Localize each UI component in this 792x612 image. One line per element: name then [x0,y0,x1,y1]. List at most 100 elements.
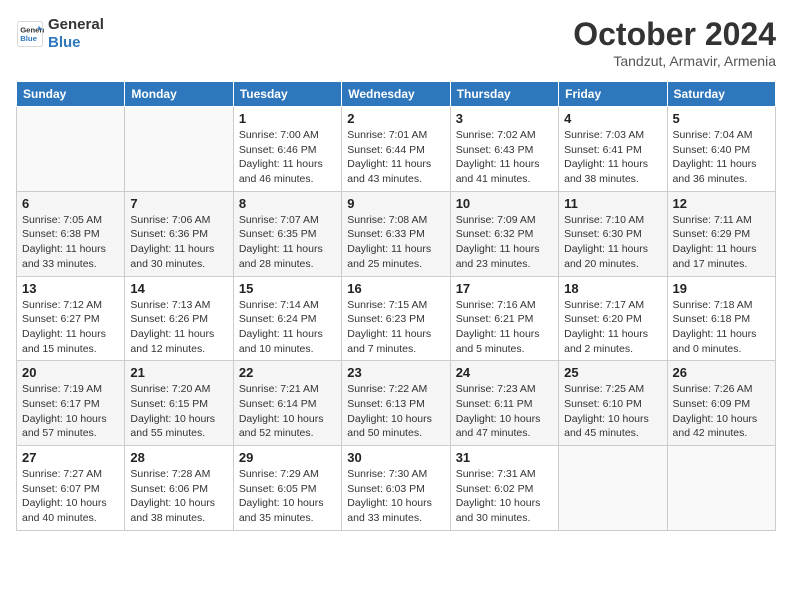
day-info: Sunrise: 7:14 AM Sunset: 6:24 PM Dayligh… [239,298,336,357]
week-row-1: 1 Sunrise: 7:00 AM Sunset: 6:46 PM Daylig… [17,107,776,192]
day-cell-7: 7 Sunrise: 7:06 AM Sunset: 6:36 PM Daylig… [125,191,233,276]
day-cell-18: 18Sunrise: 7:17 AM Sunset: 6:20 PM Dayli… [559,276,667,361]
calendar-table: SundayMondayTuesdayWednesdayThursdayFrid… [16,81,776,531]
day-number: 1 [239,111,336,126]
day-info: Sunrise: 7:25 AM Sunset: 6:10 PM Dayligh… [564,382,661,441]
header-saturday: Saturday [667,82,775,107]
week-row-3: 13 Sunrise: 7:12 AM Sunset: 6:27 PM Dayli… [17,276,776,361]
day-cell-23: 23Sunrise: 7:22 AM Sunset: 6:13 PM Dayli… [342,361,450,446]
header-monday: Monday [125,82,233,107]
day-number: 30 [347,450,444,465]
day-number: 7 [130,196,227,211]
day-cell-9: 9 Sunrise: 7:08 AM Sunset: 6:33 PM Daylig… [342,191,450,276]
day-number: 26 [673,365,770,380]
day-cell-11: 11 Sunrise: 7:10 AM Sunset: 6:30 PM Dayli… [559,191,667,276]
day-cell-13: 13 Sunrise: 7:12 AM Sunset: 6:27 PM Dayli… [17,276,125,361]
day-cell-3: 3 Sunrise: 7:02 AM Sunset: 6:43 PM Daylig… [450,107,558,192]
day-number: 13 [22,281,119,296]
day-info: Sunrise: 7:15 AM Sunset: 6:23 PM Dayligh… [347,298,444,357]
day-number: 6 [22,196,119,211]
location-subtitle: Tandzut, Armavir, Armenia [573,53,776,69]
day-cell-27: 27Sunrise: 7:27 AM Sunset: 6:07 PM Dayli… [17,446,125,531]
day-info: Sunrise: 7:16 AM Sunset: 6:21 PM Dayligh… [456,298,553,357]
day-cell-17: 17 Sunrise: 7:16 AM Sunset: 6:21 PM Dayli… [450,276,558,361]
day-number: 10 [456,196,553,211]
day-number: 24 [456,365,553,380]
day-info: Sunrise: 7:20 AM Sunset: 6:15 PM Dayligh… [130,382,227,441]
day-info: Sunrise: 7:12 AM Sunset: 6:27 PM Dayligh… [22,298,119,357]
day-number: 17 [456,281,553,296]
day-info: Sunrise: 7:27 AM Sunset: 6:07 PM Dayligh… [22,467,119,526]
day-number: 29 [239,450,336,465]
day-info: Sunrise: 7:00 AM Sunset: 6:46 PM Dayligh… [239,128,336,187]
day-info: Sunrise: 7:03 AM Sunset: 6:41 PM Dayligh… [564,128,661,187]
day-number: 5 [673,111,770,126]
day-number: 14 [130,281,227,296]
day-info: Sunrise: 7:06 AM Sunset: 6:36 PM Dayligh… [130,213,227,272]
day-cell-16: 16Sunrise: 7:15 AM Sunset: 6:23 PM Dayli… [342,276,450,361]
logo-icon: General Blue [16,20,44,48]
day-cell-4: 4Sunrise: 7:03 AM Sunset: 6:41 PM Daylig… [559,107,667,192]
day-number: 28 [130,450,227,465]
day-number: 19 [673,281,770,296]
day-info: Sunrise: 7:19 AM Sunset: 6:17 PM Dayligh… [22,382,119,441]
day-cell-10: 10 Sunrise: 7:09 AM Sunset: 6:32 PM Dayli… [450,191,558,276]
day-info: Sunrise: 7:21 AM Sunset: 6:14 PM Dayligh… [239,382,336,441]
day-cell-29: 29 Sunrise: 7:29 AM Sunset: 6:05 PM Dayli… [233,446,341,531]
header-row: SundayMondayTuesdayWednesdayThursdayFrid… [17,82,776,107]
day-info: Sunrise: 7:04 AM Sunset: 6:40 PM Dayligh… [673,128,770,187]
logo-blue: Blue [48,34,104,52]
day-cell-6: 6Sunrise: 7:05 AM Sunset: 6:38 PM Daylig… [17,191,125,276]
day-info: Sunrise: 7:30 AM Sunset: 6:03 PM Dayligh… [347,467,444,526]
week-row-4: 20 Sunrise: 7:19 AM Sunset: 6:17 PM Dayli… [17,361,776,446]
svg-text:Blue: Blue [20,34,37,43]
title-area: October 2024 Tandzut, Armavir, Armenia [573,16,776,69]
week-row-5: 27Sunrise: 7:27 AM Sunset: 6:07 PM Dayli… [17,446,776,531]
day-number: 12 [673,196,770,211]
day-cell-15: 15Sunrise: 7:14 AM Sunset: 6:24 PM Dayli… [233,276,341,361]
day-cell-14: 14 Sunrise: 7:13 AM Sunset: 6:26 PM Dayli… [125,276,233,361]
header-sunday: Sunday [17,82,125,107]
header-wednesday: Wednesday [342,82,450,107]
day-number: 31 [456,450,553,465]
day-cell-1: 1 Sunrise: 7:00 AM Sunset: 6:46 PM Daylig… [233,107,341,192]
day-info: Sunrise: 7:10 AM Sunset: 6:30 PM Dayligh… [564,213,661,272]
day-number: 11 [564,196,661,211]
day-number: 25 [564,365,661,380]
day-cell-30: 30 Sunrise: 7:30 AM Sunset: 6:03 PM Dayli… [342,446,450,531]
day-info: Sunrise: 7:13 AM Sunset: 6:26 PM Dayligh… [130,298,227,357]
day-info: Sunrise: 7:29 AM Sunset: 6:05 PM Dayligh… [239,467,336,526]
day-cell-12: 12 Sunrise: 7:11 AM Sunset: 6:29 PM Dayli… [667,191,775,276]
day-info: Sunrise: 7:01 AM Sunset: 6:44 PM Dayligh… [347,128,444,187]
day-info: Sunrise: 7:11 AM Sunset: 6:29 PM Dayligh… [673,213,770,272]
day-number: 23 [347,365,444,380]
logo: General Blue General Blue [16,16,104,52]
day-cell-25: 25 Sunrise: 7:25 AM Sunset: 6:10 PM Dayli… [559,361,667,446]
day-number: 8 [239,196,336,211]
day-cell-5: 5 Sunrise: 7:04 AM Sunset: 6:40 PM Daylig… [667,107,775,192]
day-number: 9 [347,196,444,211]
day-info: Sunrise: 7:23 AM Sunset: 6:11 PM Dayligh… [456,382,553,441]
day-number: 2 [347,111,444,126]
day-cell-19: 19Sunrise: 7:18 AM Sunset: 6:18 PM Dayli… [667,276,775,361]
day-info: Sunrise: 7:09 AM Sunset: 6:32 PM Dayligh… [456,213,553,272]
day-info: Sunrise: 7:28 AM Sunset: 6:06 PM Dayligh… [130,467,227,526]
day-info: Sunrise: 7:02 AM Sunset: 6:43 PM Dayligh… [456,128,553,187]
day-number: 3 [456,111,553,126]
header-friday: Friday [559,82,667,107]
empty-cell [17,107,125,192]
day-info: Sunrise: 7:08 AM Sunset: 6:33 PM Dayligh… [347,213,444,272]
empty-cell [559,446,667,531]
day-info: Sunrise: 7:17 AM Sunset: 6:20 PM Dayligh… [564,298,661,357]
header-tuesday: Tuesday [233,82,341,107]
svg-text:General: General [20,26,44,35]
empty-cell [125,107,233,192]
header-thursday: Thursday [450,82,558,107]
day-number: 22 [239,365,336,380]
day-cell-8: 8Sunrise: 7:07 AM Sunset: 6:35 PM Daylig… [233,191,341,276]
day-cell-20: 20 Sunrise: 7:19 AM Sunset: 6:17 PM Dayli… [17,361,125,446]
day-cell-26: 26Sunrise: 7:26 AM Sunset: 6:09 PM Dayli… [667,361,775,446]
day-cell-24: 24 Sunrise: 7:23 AM Sunset: 6:11 PM Dayli… [450,361,558,446]
day-info: Sunrise: 7:31 AM Sunset: 6:02 PM Dayligh… [456,467,553,526]
day-number: 20 [22,365,119,380]
